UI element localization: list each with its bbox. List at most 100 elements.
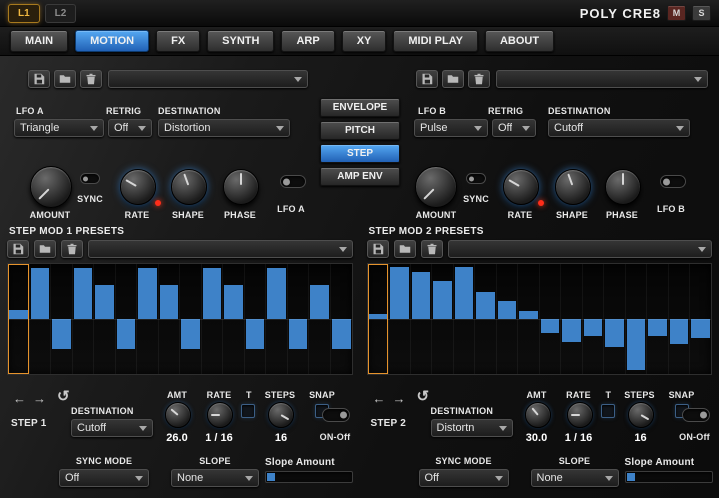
- step-mod-2-slope-amount-slider[interactable]: [625, 471, 713, 483]
- step-mod-1-steps-knob[interactable]: [268, 402, 294, 428]
- lfo-b-save-preset-button[interactable]: [416, 70, 438, 88]
- step-mod-1-rate-knob[interactable]: [207, 402, 233, 428]
- step-cell[interactable]: [583, 264, 605, 374]
- solo-button[interactable]: S: [692, 5, 711, 21]
- step-mod-1-shift-right-button[interactable]: →: [33, 392, 46, 405]
- step-cell[interactable]: [309, 264, 331, 374]
- step-cell[interactable]: [690, 264, 711, 374]
- lfo-b-enable-toggle[interactable]: [660, 175, 686, 188]
- step-mod-2-on-off-toggle[interactable]: [682, 408, 710, 422]
- step-cell[interactable]: [518, 264, 540, 374]
- step-mod-2-shift-left-button[interactable]: ←: [373, 392, 386, 405]
- step-cell[interactable]: [331, 264, 352, 374]
- step-mod-2-amt-knob[interactable]: [525, 402, 551, 428]
- step-cell[interactable]: [137, 264, 159, 374]
- step-mod-2-triplet-checkbox[interactable]: [601, 404, 615, 418]
- step-mod-2-open-preset-button[interactable]: [394, 240, 416, 258]
- mode-button-amp-env[interactable]: AMP ENV: [320, 167, 400, 186]
- step-cell[interactable]: [288, 264, 310, 374]
- step-cell[interactable]: [368, 264, 390, 374]
- step-cell[interactable]: [202, 264, 224, 374]
- lfo-b-delete-preset-button[interactable]: [468, 70, 490, 88]
- mode-button-step[interactable]: STEP: [320, 144, 400, 163]
- step-cell[interactable]: [73, 264, 95, 374]
- step-cell[interactable]: [411, 264, 433, 374]
- lfo-a-save-preset-button[interactable]: [28, 70, 50, 88]
- lfo-b-shape-knob[interactable]: [555, 169, 591, 205]
- step-cell[interactable]: [159, 264, 181, 374]
- step-cell[interactable]: [454, 264, 476, 374]
- lfo-a-shape-knob[interactable]: [171, 169, 207, 205]
- lfo-b-destination-select[interactable]: Cutoff: [548, 119, 690, 137]
- step-cell[interactable]: [497, 264, 519, 374]
- step-mod-2-steps-knob[interactable]: [628, 402, 654, 428]
- step-mod-1-open-preset-button[interactable]: [34, 240, 56, 258]
- tab-synth[interactable]: SYNTH: [207, 30, 274, 52]
- lfo-a-rate-knob[interactable]: [120, 169, 156, 205]
- step-cell[interactable]: [266, 264, 288, 374]
- step-mod-1-slope-select[interactable]: None: [171, 469, 259, 487]
- tab-motion[interactable]: MOTION: [75, 30, 149, 52]
- step-cell[interactable]: [669, 264, 691, 374]
- lfo-a-delete-preset-button[interactable]: [80, 70, 102, 88]
- step-mod-2-reset-button[interactable]: ↺: [417, 389, 430, 404]
- mode-button-envelope[interactable]: ENVELOPE: [320, 98, 400, 117]
- step-mod-2-delete-preset-button[interactable]: [421, 240, 443, 258]
- step-mod-2-sync-mode-select[interactable]: Off: [419, 469, 509, 487]
- step-cell[interactable]: [475, 264, 497, 374]
- step-mod-1-save-preset-button[interactable]: [7, 240, 29, 258]
- step-mod-1-on-off-toggle[interactable]: [322, 408, 350, 422]
- step-mod-1-sync-mode-select[interactable]: Off: [59, 469, 149, 487]
- step-mod-1-triplet-checkbox[interactable]: [241, 404, 255, 418]
- tab-midi-play[interactable]: MIDI PLAY: [393, 30, 478, 52]
- lfo-b-preset-select[interactable]: [496, 70, 708, 88]
- step-cell[interactable]: [30, 264, 52, 374]
- lfo-b-open-preset-button[interactable]: [442, 70, 464, 88]
- step-mod-1-destination-select[interactable]: Cutoff: [71, 419, 153, 437]
- tab-fx[interactable]: FX: [156, 30, 200, 52]
- lfo-b-retrig-select[interactable]: Off: [492, 119, 536, 137]
- step-cell[interactable]: [116, 264, 138, 374]
- step-mod-1-shift-left-button[interactable]: ←: [13, 392, 26, 405]
- step-mod-2-rate-knob[interactable]: [567, 402, 593, 428]
- step-cell[interactable]: [8, 264, 30, 374]
- step-cell[interactable]: [432, 264, 454, 374]
- step-cell[interactable]: [389, 264, 411, 374]
- step-mod-1-slope-amount-slider[interactable]: [265, 471, 353, 483]
- step-cell[interactable]: [647, 264, 669, 374]
- tab-about[interactable]: ABOUT: [485, 30, 554, 52]
- step-mod-1-amt-knob[interactable]: [165, 402, 191, 428]
- lfo-a-sync-toggle[interactable]: [80, 173, 100, 184]
- lfo-a-preset-select[interactable]: [108, 70, 308, 88]
- lfo-a-phase-knob[interactable]: [223, 169, 259, 205]
- step-mod-2-save-preset-button[interactable]: [367, 240, 389, 258]
- step-cell[interactable]: [561, 264, 583, 374]
- step-mod-1-preset-select[interactable]: [88, 240, 353, 258]
- step-mod-2-slope-select[interactable]: None: [531, 469, 619, 487]
- layer-tab-l2[interactable]: L2: [45, 4, 77, 23]
- tab-arp[interactable]: ARP: [281, 30, 334, 52]
- step-cell[interactable]: [180, 264, 202, 374]
- lfo-a-wave-select[interactable]: Triangle: [14, 119, 104, 137]
- step-cell[interactable]: [604, 264, 626, 374]
- lfo-a-retrig-select[interactable]: Off: [108, 119, 152, 137]
- lfo-a-enable-toggle[interactable]: [280, 175, 306, 188]
- step-cell[interactable]: [626, 264, 648, 374]
- lfo-a-open-preset-button[interactable]: [54, 70, 76, 88]
- tab-main[interactable]: MAIN: [10, 30, 68, 52]
- step-mod-2-shift-right-button[interactable]: →: [393, 392, 406, 405]
- lfo-b-wave-select[interactable]: Pulse: [414, 119, 488, 137]
- step-mod-1-delete-preset-button[interactable]: [61, 240, 83, 258]
- step-mod-1-reset-button[interactable]: ↺: [57, 389, 70, 404]
- lfo-a-amount-knob[interactable]: [30, 166, 72, 208]
- lfo-b-amount-knob[interactable]: [415, 166, 457, 208]
- step-cell[interactable]: [540, 264, 562, 374]
- step-cell[interactable]: [51, 264, 73, 374]
- mode-button-pitch[interactable]: PITCH: [320, 121, 400, 140]
- step-mod-2-preset-select[interactable]: [448, 240, 713, 258]
- tab-xy[interactable]: XY: [342, 30, 387, 52]
- lfo-b-rate-knob[interactable]: [503, 169, 539, 205]
- step-mod-2-destination-select[interactable]: Distortn: [431, 419, 513, 437]
- step-cell[interactable]: [94, 264, 116, 374]
- lfo-b-phase-knob[interactable]: [605, 169, 641, 205]
